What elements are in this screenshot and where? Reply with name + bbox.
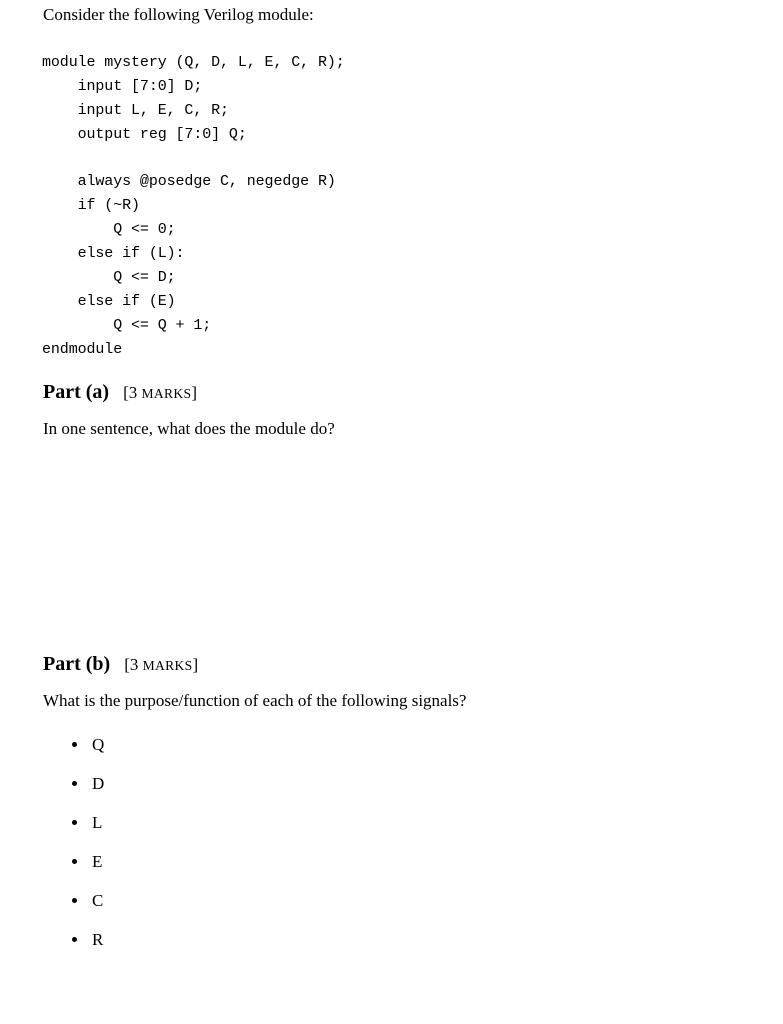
list-item: D — [0, 774, 104, 813]
signal-label: Q — [92, 735, 105, 754]
marks-value: 3 — [128, 383, 138, 402]
verilog-code-block: module mystery (Q, D, L, E, C, R); input… — [42, 51, 345, 362]
signal-label: E — [92, 852, 103, 871]
part-a-title: Part (a) — [43, 381, 110, 403]
part-b-title: Part (b) — [43, 653, 111, 675]
marks-close-bracket: ] — [191, 383, 198, 402]
list-item: R — [0, 930, 104, 969]
marks-word: marks — [142, 658, 193, 673]
code-line: Q <= D; — [42, 269, 176, 286]
code-line: Q <= 0; — [42, 221, 176, 238]
marks-close-bracket: ] — [192, 655, 199, 674]
list-item: Q — [0, 735, 104, 774]
part-b-marks: [3 marks] — [124, 655, 198, 674]
signal-list: Q D L E C R — [0, 735, 104, 969]
code-line: output reg [7:0] Q; — [42, 126, 247, 143]
bullet-icon — [72, 859, 77, 864]
list-item: E — [0, 852, 104, 891]
part-a-marks: [3 marks] — [123, 383, 197, 402]
part-b-heading: Part (b) [3 marks] — [43, 653, 198, 677]
list-item: L — [0, 813, 104, 852]
code-line: endmodule — [42, 341, 123, 358]
code-line: always @posedge C, negedge R) — [42, 173, 336, 190]
code-line: Q <= Q + 1; — [42, 317, 212, 334]
marks-word: marks — [141, 386, 192, 401]
signal-label: R — [92, 930, 104, 949]
signal-label: C — [92, 891, 104, 910]
code-line: else if (L): — [42, 245, 185, 262]
code-line: module mystery (Q, D, L, E, C, R); — [42, 54, 345, 71]
code-line: if (~R) — [42, 197, 140, 214]
bullet-icon — [72, 898, 77, 903]
marks-value: 3 — [129, 655, 139, 674]
bullet-icon — [72, 820, 77, 825]
signal-label: L — [92, 813, 103, 832]
code-line: input [7:0] D; — [42, 78, 203, 95]
code-line: else if (E) — [42, 293, 176, 310]
intro-paragraph: Consider the following Verilog module: — [43, 5, 314, 24]
list-item: C — [0, 891, 104, 930]
part-a-heading: Part (a) [3 marks] — [43, 381, 197, 405]
bullet-icon — [72, 937, 77, 942]
code-line: input L, E, C, R; — [42, 102, 229, 119]
bullet-icon — [72, 742, 77, 747]
document-page: Consider the following Verilog module: m… — [0, 0, 783, 1024]
part-b-question: What is the purpose/function of each of … — [43, 691, 467, 710]
bullet-icon — [72, 781, 77, 786]
signal-label: D — [92, 774, 105, 793]
part-a-question: In one sentence, what does the module do… — [43, 419, 335, 438]
